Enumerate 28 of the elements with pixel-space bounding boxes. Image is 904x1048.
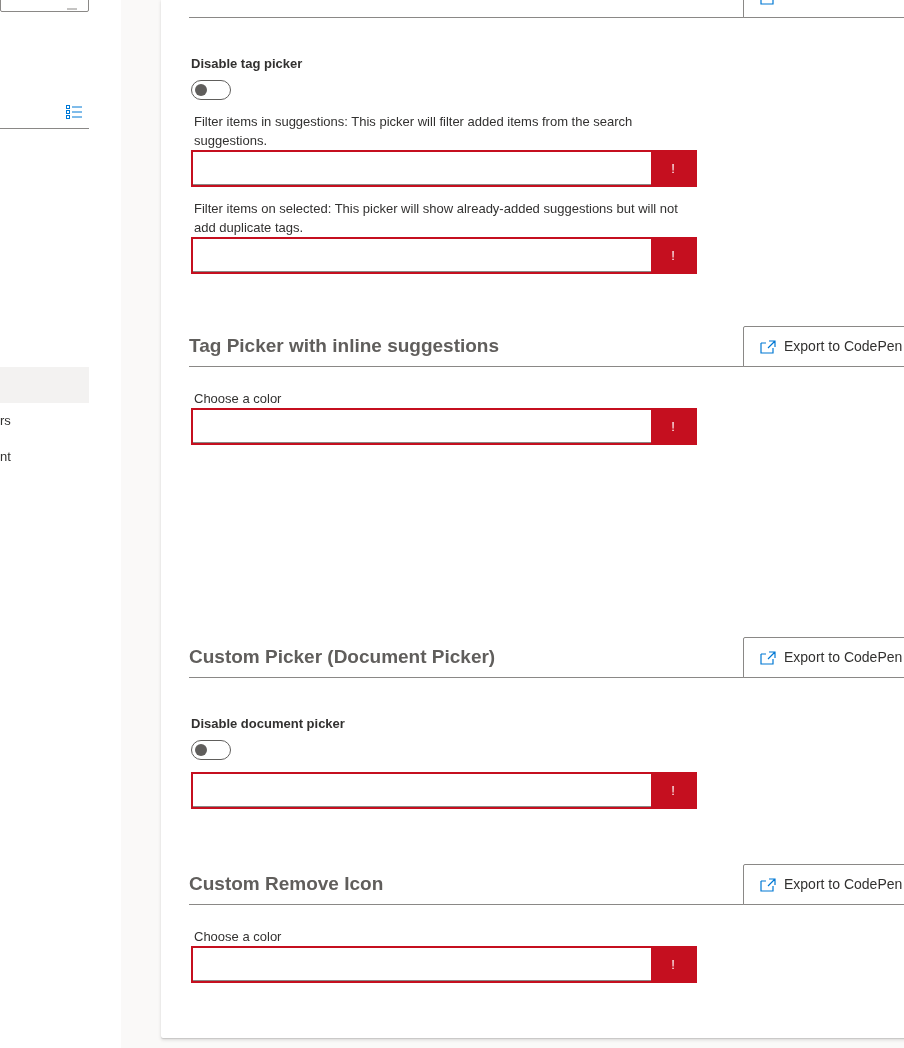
- toggle-switch[interactable]: [191, 80, 231, 100]
- picker-label: Choose a color: [193, 928, 283, 946]
- toggle-label: Disable document picker: [191, 715, 345, 733]
- export-icon: [760, 339, 776, 354]
- section-title: Tag Picker with inline suggestions: [189, 334, 500, 359]
- tag-picker-field[interactable]: !: [191, 772, 697, 809]
- error-mark: !: [651, 152, 695, 185]
- export-icon: [760, 877, 776, 892]
- error-mark: !: [651, 410, 695, 443]
- export-button[interactable]: Export to CodePen: [743, 326, 904, 367]
- error-mark: !: [651, 948, 695, 981]
- tag-picker-field[interactable]: !: [191, 237, 697, 274]
- picker-label: Filter items in suggestions: This picker will filter added items from the search suggestions.: [193, 113, 634, 150]
- toggle-label: Disable tag picker: [191, 55, 303, 73]
- picker-label: Choose a color: [193, 390, 283, 408]
- error-mark: !: [651, 774, 695, 807]
- list-icon[interactable]: [66, 105, 82, 120]
- error-mark: !: [651, 239, 695, 272]
- export-icon: [760, 650, 776, 665]
- tag-picker-field[interactable]: !: [191, 408, 697, 445]
- picker-label: Filter items on selected: This picker will show already-added suggestions but will not add duplicate tags.: [193, 200, 679, 237]
- tag-picker-field[interactable]: !: [191, 150, 697, 187]
- export-button[interactable]: Export to CodePen: [743, 864, 904, 905]
- tag-picker-field[interactable]: !: [191, 946, 697, 983]
- export-button[interactable]: Export to CodePen: [743, 637, 904, 678]
- section-title: Custom Picker (Document Picker): [189, 645, 496, 670]
- section-title: Custom Remove Icon: [189, 872, 384, 897]
- toggle-switch[interactable]: [191, 740, 231, 760]
